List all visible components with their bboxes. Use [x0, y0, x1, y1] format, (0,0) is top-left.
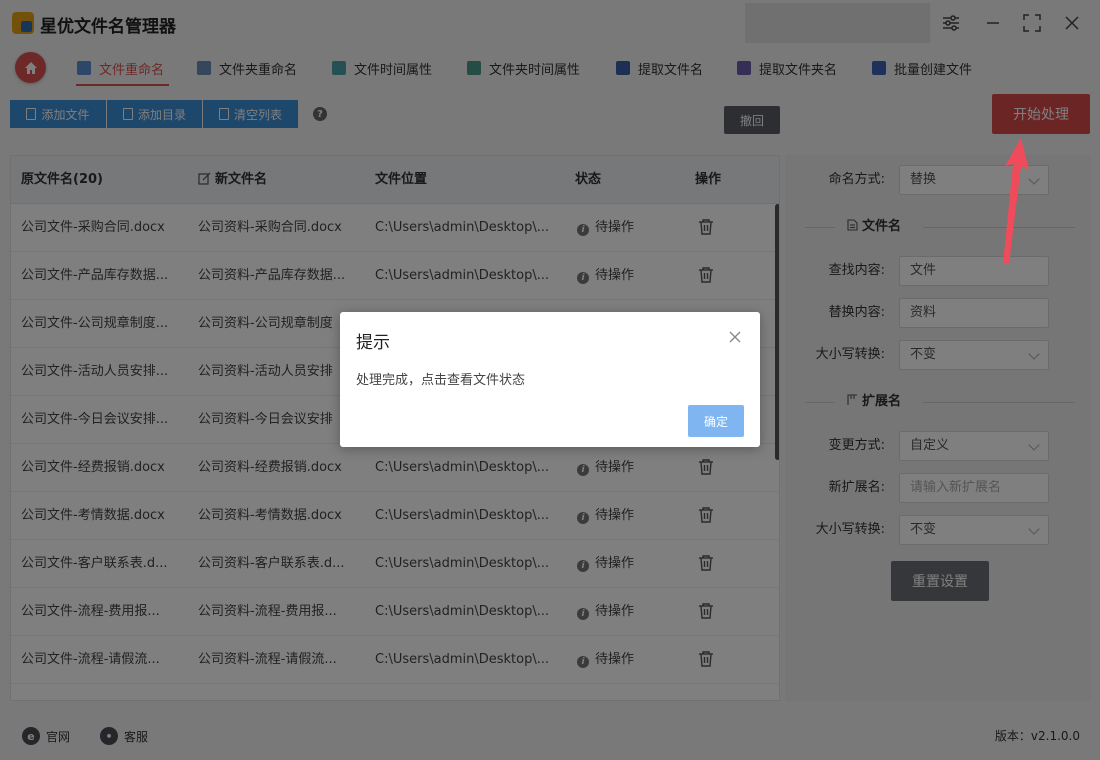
dialog-close-icon[interactable] — [728, 330, 742, 344]
dialog-title: 提示 — [356, 333, 390, 353]
red-arrow-annotation-icon — [1003, 138, 1029, 264]
dialog-ok-button[interactable]: 确定 — [688, 405, 744, 437]
dialog-message: 处理完成，点击查看文件状态 — [356, 373, 526, 388]
completion-dialog: 提示 处理完成，点击查看文件状态 确定 — [340, 312, 760, 447]
